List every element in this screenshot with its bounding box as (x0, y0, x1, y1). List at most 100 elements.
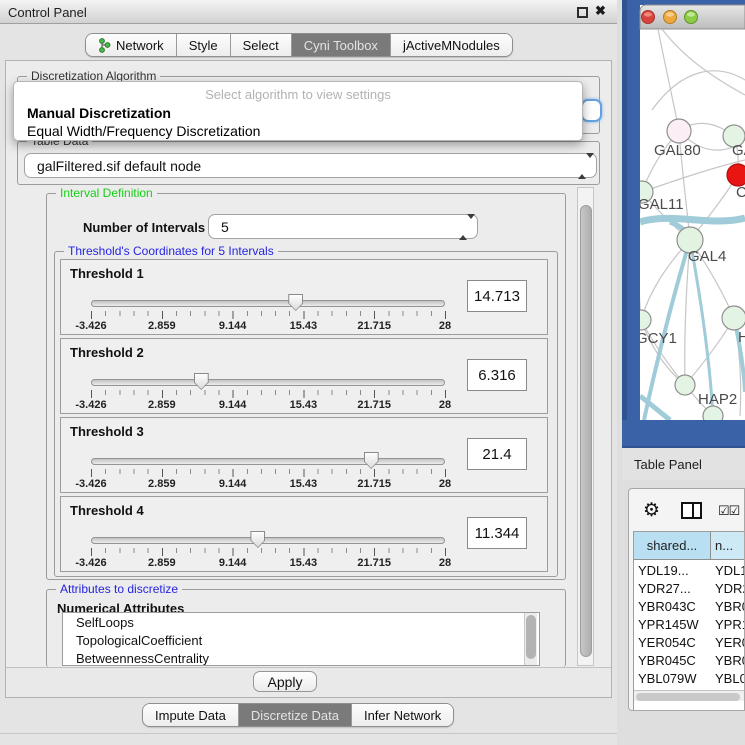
threshold-4-panel: Threshold 4 -3.426 2.859 9.144 15.43 21.… (60, 496, 548, 572)
node-red-selected[interactable] (727, 164, 745, 186)
traffic-light-zoom-icon[interactable] (685, 11, 698, 24)
tab-impute-data[interactable]: Impute Data (143, 704, 239, 726)
tab-infer-network[interactable]: Infer Network (352, 704, 453, 726)
table-panel-title: Table Panel (634, 457, 702, 472)
table-data-combobox-value: galFiltered.sif default node (37, 158, 201, 174)
traffic-light-close-icon[interactable] (642, 11, 655, 24)
threshold-4-value-field[interactable]: 11.344 (467, 517, 527, 549)
attributes-list-scrollbar-thumb[interactable] (526, 615, 536, 659)
slider-scale-labels: -3.426 2.859 9.144 15.43 21.715 28 (91, 478, 445, 490)
slider-thumb[interactable] (364, 452, 379, 469)
slider-track[interactable] (91, 379, 445, 386)
threshold-4-label: Threshold 4 (70, 503, 144, 518)
slider-thumb[interactable] (194, 373, 209, 390)
numerical-attributes-list[interactable]: SelfLoops TopologicalCoefficient Between… (62, 612, 540, 666)
tab-cyni-toolbox-label: Cyni Toolbox (304, 38, 378, 53)
apply-button[interactable]: Apply (253, 671, 317, 692)
threshold-4-slider[interactable]: -3.426 2.859 9.144 15.43 21.715 28 (91, 533, 445, 567)
node-right-mid[interactable] (722, 306, 745, 330)
slider-thumb[interactable] (250, 531, 265, 548)
threshold-1-panel: Threshold 1 -3.426 2.859 9.144 15.43 21.… (60, 259, 548, 335)
node-label: GAL80 (654, 142, 701, 159)
node-hap2[interactable] (675, 375, 695, 395)
table-row[interactable]: YBL079WYBL0 (634, 670, 745, 688)
table-row[interactable]: YBR045CYBR0 (634, 652, 745, 670)
threshold-2-label: Threshold 2 (70, 345, 144, 360)
table-horizontal-scrollbar[interactable] (634, 690, 745, 701)
network-view-window[interactable]: GAL80 GA C GAL11 GAL4 GCY1 H HAP2 (622, 0, 745, 448)
control-panel-tab-bar: Network Style Select Cyni Toolbox jActiv… (85, 33, 513, 57)
table-row[interactable]: YBR043CYBR0 (634, 598, 745, 616)
threshold-3-panel: Threshold 3 -3.426 2.859 9.144 15.43 21.… (60, 417, 548, 493)
node-label-partial: C (736, 184, 745, 201)
tab-style-label: Style (189, 38, 218, 53)
threshold-3-slider[interactable]: -3.426 2.859 9.144 15.43 21.715 28 (91, 454, 445, 488)
node-label-partial: GA (732, 142, 745, 159)
number-of-intervals-combobox[interactable]: 5 (208, 214, 478, 239)
slider-track[interactable] (91, 458, 445, 465)
table-panel: ⚙ ☑☑ shared... n... YDL19...YDL1 YDR27..… (628, 488, 745, 711)
threshold-2-slider[interactable]: -3.426 2.859 9.144 15.43 21.715 28 (91, 375, 445, 409)
slider-scale-labels: -3.426 2.859 9.144 15.43 21.715 28 (91, 557, 445, 569)
table-row[interactable]: YER054CYER0 (634, 634, 745, 652)
tab-style[interactable]: Style (177, 34, 231, 56)
threshold-1-value-field[interactable]: 14.713 (467, 280, 527, 312)
list-item[interactable]: TopologicalCoefficient (63, 631, 539, 649)
tab-network-label: Network (116, 38, 164, 53)
tab-cyni-toolbox[interactable]: Cyni Toolbox (292, 34, 391, 56)
tab-discretize-data-label: Discretize Data (251, 708, 339, 723)
list-item[interactable]: BetweennessCentrality (63, 649, 539, 666)
traffic-light-minimize-icon[interactable] (664, 11, 677, 24)
control-panel-titlebar: Control Panel ✖ (0, 0, 617, 24)
select-columns-checkboxes-icon[interactable]: ☑☑ (718, 503, 739, 519)
threshold-1-slider[interactable]: -3.426 2.859 9.144 15.43 21.715 28 (91, 296, 445, 330)
algorithm-dropdown-popup: Select algorithm to view settings Manual… (13, 81, 583, 141)
node-label: HAP2 (698, 391, 737, 408)
divider (0, 733, 617, 734)
node-label: GAL11 (638, 196, 684, 213)
column-header-name[interactable]: n... (711, 532, 745, 560)
slider-scale-labels: -3.426 2.859 9.144 15.43 21.715 28 (91, 399, 445, 411)
panel-scrollbar-thumb[interactable] (580, 205, 592, 657)
tab-network[interactable]: Network (86, 34, 177, 56)
slider-thumb[interactable] (288, 294, 303, 311)
table-row[interactable]: YPR145WYPR1 (634, 616, 745, 634)
gear-icon[interactable]: ⚙ (643, 499, 660, 522)
dropdown-placeholder-item: Select algorithm to view settings (14, 87, 582, 102)
table-horizontal-scrollbar-thumb[interactable] (636, 693, 740, 701)
node-label-partial: H (738, 329, 745, 346)
number-of-intervals-label: Number of Intervals (83, 220, 205, 235)
threshold-3-label: Threshold 3 (70, 424, 144, 439)
table-row[interactable]: YDL19...YDL1 (634, 562, 745, 580)
dropdown-option-equal-width-frequency[interactable]: Equal Width/Frequency Discretization (27, 123, 260, 139)
table-data-combobox[interactable]: galFiltered.sif default node (24, 153, 597, 178)
algorithm-combobox-focused[interactable] (581, 99, 602, 122)
tab-jactivemnodules[interactable]: jActiveMNodules (391, 34, 512, 56)
node-table[interactable]: shared... n... YDL19...YDL1 YDR27...YDR2… (633, 531, 745, 711)
slider-track[interactable] (91, 300, 445, 307)
threshold-coordinates-group-title: Threshold's Coordinates for 5 Intervals (64, 244, 278, 258)
node-gal80[interactable] (667, 119, 691, 143)
columns-icon[interactable] (681, 502, 702, 519)
column-header-shared-name[interactable]: shared... (634, 532, 711, 560)
tab-discretize-data[interactable]: Discretize Data (239, 704, 352, 726)
attributes-group-title: Attributes to discretize (56, 582, 182, 596)
threshold-3-value-field[interactable]: 21.4 (467, 438, 527, 470)
list-item[interactable]: SelfLoops (63, 613, 539, 631)
combobox-stepper-icon (578, 158, 587, 174)
float-window-icon[interactable] (577, 7, 588, 18)
combobox-stepper-icon (459, 219, 468, 235)
interval-definition-group-title: Interval Definition (56, 186, 157, 200)
table-row[interactable]: YDR27...YDR2 (634, 580, 745, 598)
tab-select[interactable]: Select (231, 34, 292, 56)
slider-track[interactable] (91, 537, 445, 544)
threshold-2-value-field[interactable]: 6.316 (467, 359, 527, 391)
node-label: GAL4 (688, 248, 726, 265)
table-row[interactable]: YIL052CYIL0 (634, 706, 745, 711)
dropdown-option-manual-discretization[interactable]: Manual Discretization (27, 105, 171, 121)
threshold-2-panel: Threshold 2 -3.426 2.859 9.144 15.43 21.… (60, 338, 548, 414)
threshold-1-label: Threshold 1 (70, 266, 144, 281)
close-icon[interactable]: ✖ (595, 3, 606, 19)
node-label: GCY1 (636, 330, 677, 347)
number-of-intervals-value: 5 (221, 219, 229, 235)
